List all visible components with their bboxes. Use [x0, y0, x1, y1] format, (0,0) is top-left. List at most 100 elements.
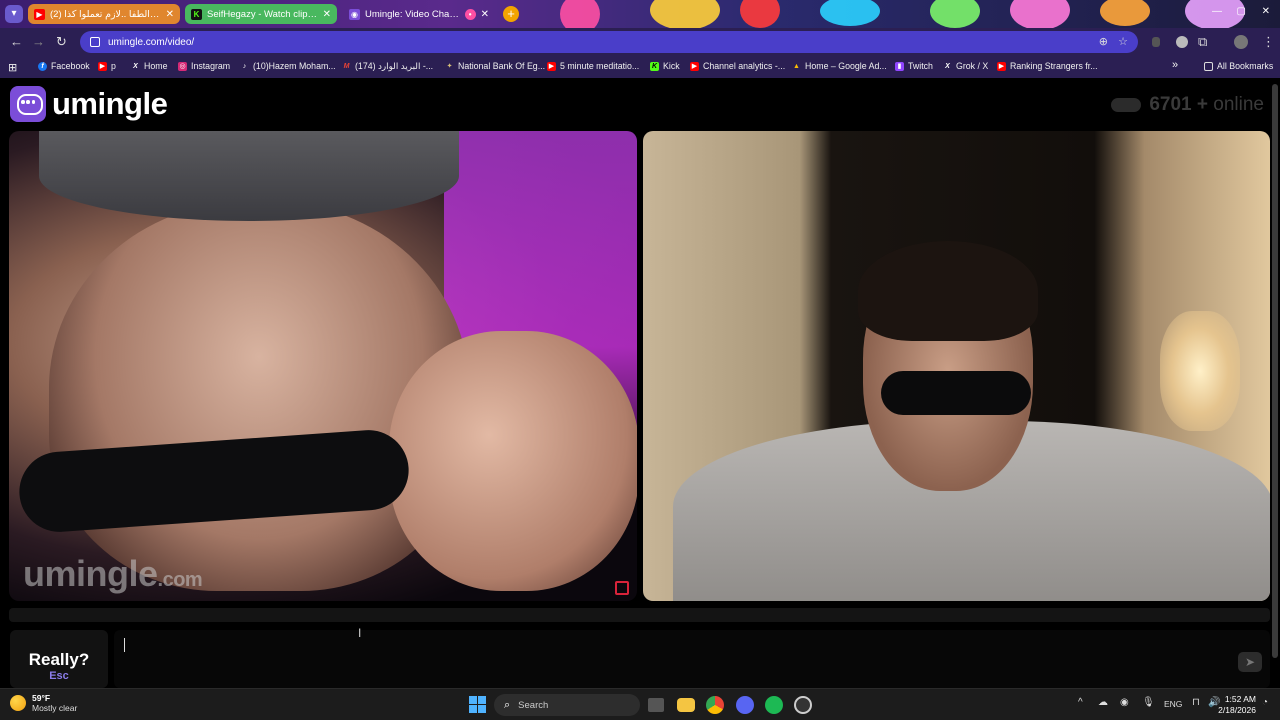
weather-condition: Mostly clear — [32, 703, 78, 713]
clock-date: 2/18/2026 — [1218, 705, 1256, 715]
search-label: Search — [518, 699, 549, 711]
skip-button[interactable]: Really? Esc — [10, 630, 108, 688]
site-info-icon[interactable] — [90, 37, 100, 47]
weather-temp: 59°F — [32, 693, 51, 703]
language-indicator[interactable]: ENG — [1164, 699, 1182, 709]
chat-box: ➤ — [114, 630, 1270, 688]
bookmark-p[interactable]: ▶ p — [98, 61, 116, 71]
browser-tab-strip: ▾ ▶ (2) شايفين الطفا ..لازم تعملوا كذا ✕… — [0, 0, 1280, 28]
forward-icon[interactable]: → — [32, 34, 45, 49]
close-window-icon[interactable]: ✕ — [1262, 6, 1270, 17]
umingle-watermark: umingle.com — [23, 553, 203, 594]
profile-avatar[interactable] — [1234, 35, 1248, 49]
spotify-icon[interactable] — [765, 696, 783, 714]
weather-widget[interactable]: 59°F Mostly clear — [10, 693, 77, 713]
bookmark-tiktok[interactable]: ♪ (10)Hazem Moham... — [240, 61, 336, 71]
chat-input[interactable] — [114, 630, 1224, 688]
bookmark-instagram[interactable]: ◎ Instagram — [178, 61, 230, 71]
instagram-icon: ◎ — [178, 61, 187, 71]
microphone-icon[interactable]: 🎙 — [1142, 697, 1155, 708]
extensions-puzzle-icon[interactable]: ⧉ — [1198, 34, 1207, 50]
send-icon[interactable]: ➤ — [1238, 652, 1262, 672]
bookmark-google-ads[interactable]: ▲ Home – Google Ad... — [792, 61, 887, 71]
bookmark-star-icon[interactable]: ☆ — [1118, 35, 1128, 48]
close-icon[interactable]: ✕ — [481, 9, 489, 20]
folder-icon — [1204, 61, 1213, 71]
tray-overflow-icon[interactable]: ^ — [1078, 697, 1083, 708]
bookmark-grok[interactable]: X Grok / X — [943, 61, 988, 71]
network-icon[interactable]: ⊓ — [1192, 697, 1200, 708]
youtube-icon: ▶ — [98, 61, 107, 71]
kick-icon: K — [191, 8, 202, 20]
tab-title: Umingle: Video Chat with S — [365, 8, 460, 20]
youtube-icon: ▶ — [34, 8, 45, 20]
browser-menu-icon[interactable]: ⋮ — [1262, 34, 1275, 50]
extension-icon[interactable] — [1176, 36, 1188, 48]
chrome-icon[interactable] — [706, 696, 724, 714]
all-bookmarks[interactable]: All Bookmarks — [1204, 61, 1273, 71]
chat-log-area — [9, 608, 1270, 622]
bookmark-facebook[interactable]: f Facebook — [38, 61, 90, 71]
close-icon[interactable]: ✕ — [323, 9, 331, 20]
close-icon[interactable]: ✕ — [166, 9, 174, 20]
report-flag-icon[interactable] — [615, 581, 629, 595]
address-bar-row: ← → ↻ umingle.com/video/ ⊕ ☆ ⧉ ⋮ — [0, 28, 1280, 56]
online-counter: 6701 + online — [1111, 94, 1264, 116]
onedrive-icon[interactable]: ☁ — [1098, 697, 1108, 708]
twitch-icon: ▮ — [895, 61, 904, 71]
settings-app-icon[interactable] — [794, 696, 812, 714]
bookmark-ranking-strangers[interactable]: ▶ Ranking Strangers fr... — [997, 61, 1098, 71]
bookmark-nbe[interactable]: ✦ National Bank Of Eg... — [445, 61, 545, 71]
address-bar[interactable]: umingle.com/video/ ⊕ ☆ — [80, 31, 1138, 53]
file-explorer-icon[interactable] — [677, 698, 695, 712]
kick-icon: K — [650, 61, 659, 71]
x-icon: X — [133, 62, 138, 70]
apps-grid-icon[interactable]: ⊞ — [8, 61, 17, 74]
more-bookmarks-icon[interactable]: » — [1172, 59, 1178, 71]
taskbar-search[interactable]: ⌕ Search — [494, 694, 640, 716]
new-tab-button[interactable]: + — [503, 6, 519, 22]
task-view-icon[interactable] — [648, 698, 664, 712]
extension-icon[interactable] — [1152, 37, 1160, 47]
search-icon: ⌕ — [504, 698, 511, 711]
facebook-icon: f — [38, 61, 47, 71]
notifications-icon[interactable]: ◔ — [1262, 697, 1268, 708]
tab-search-button[interactable]: ▾ — [5, 5, 23, 23]
umingle-logo[interactable]: umingle — [10, 86, 168, 122]
online-count: 6701 — [1149, 94, 1192, 115]
text-caret — [124, 638, 125, 652]
stranger-video: umingle.com — [9, 131, 637, 601]
tab-umingle[interactable]: ◉ Umingle: Video Chat with S • ✕ — [343, 4, 495, 24]
bookmark-channel-analytics[interactable]: ▶ Channel analytics -... — [690, 61, 785, 71]
tab-kick[interactable]: K SeifHegazy - Watch clips on Kick ✕ — [185, 4, 337, 24]
discord-icon[interactable] — [736, 696, 754, 714]
x-icon: X — [945, 62, 950, 70]
windows-taskbar: 59°F Mostly clear ⌕ Search ^ ☁ ◉ 🎙 ENG ⊓… — [0, 688, 1280, 720]
youtube-icon: ▶ — [690, 61, 699, 71]
skip-confirm-label: Really? — [28, 650, 90, 669]
youtube-icon: ▶ — [997, 61, 1006, 71]
tab-youtube[interactable]: ▶ (2) شايفين الطفا ..لازم تعملوا كذا ✕ — [28, 4, 180, 24]
discord-tray-icon[interactable]: ◉ — [1120, 697, 1129, 708]
self-video — [643, 131, 1270, 601]
back-icon[interactable]: ← — [10, 34, 23, 49]
minimize-icon[interactable]: — — [1212, 6, 1222, 17]
maximize-icon[interactable]: ▢ — [1237, 6, 1246, 17]
bookmark-meditation[interactable]: ▶ 5 minute meditatio... — [547, 61, 639, 71]
bookmark-home-x[interactable]: X Home — [131, 61, 167, 71]
windows-start-icon[interactable] — [469, 696, 486, 713]
zoom-icon[interactable]: ⊕ — [1099, 35, 1108, 48]
reload-icon[interactable]: ↻ — [56, 34, 67, 50]
umingle-icon: ◉ — [349, 8, 360, 20]
tab-title: SeifHegazy - Watch clips on Kick — [207, 8, 318, 20]
text-cursor-icon: I — [358, 626, 362, 640]
bookmarks-bar: ⊞ f Facebook ▶ p X Home ◎ Instagram ♪ (10)Haz… — [0, 56, 1280, 78]
bookmark-twitch[interactable]: ▮ Twitch — [895, 61, 933, 71]
bookmark-kick[interactable]: K Kick — [650, 61, 680, 71]
page-scrollbar[interactable] — [1272, 78, 1278, 688]
theme-toggle[interactable] — [1111, 98, 1142, 112]
clock-time: 1:52 AM — [1224, 694, 1256, 704]
umingle-page: umingle 6701 + online umingle.com Really… — [0, 78, 1280, 688]
system-clock[interactable]: 1:52 AM 2/18/2026 — [1218, 694, 1256, 716]
bookmark-gmail[interactable]: M (174) البريد الوارد -... — [342, 61, 434, 72]
